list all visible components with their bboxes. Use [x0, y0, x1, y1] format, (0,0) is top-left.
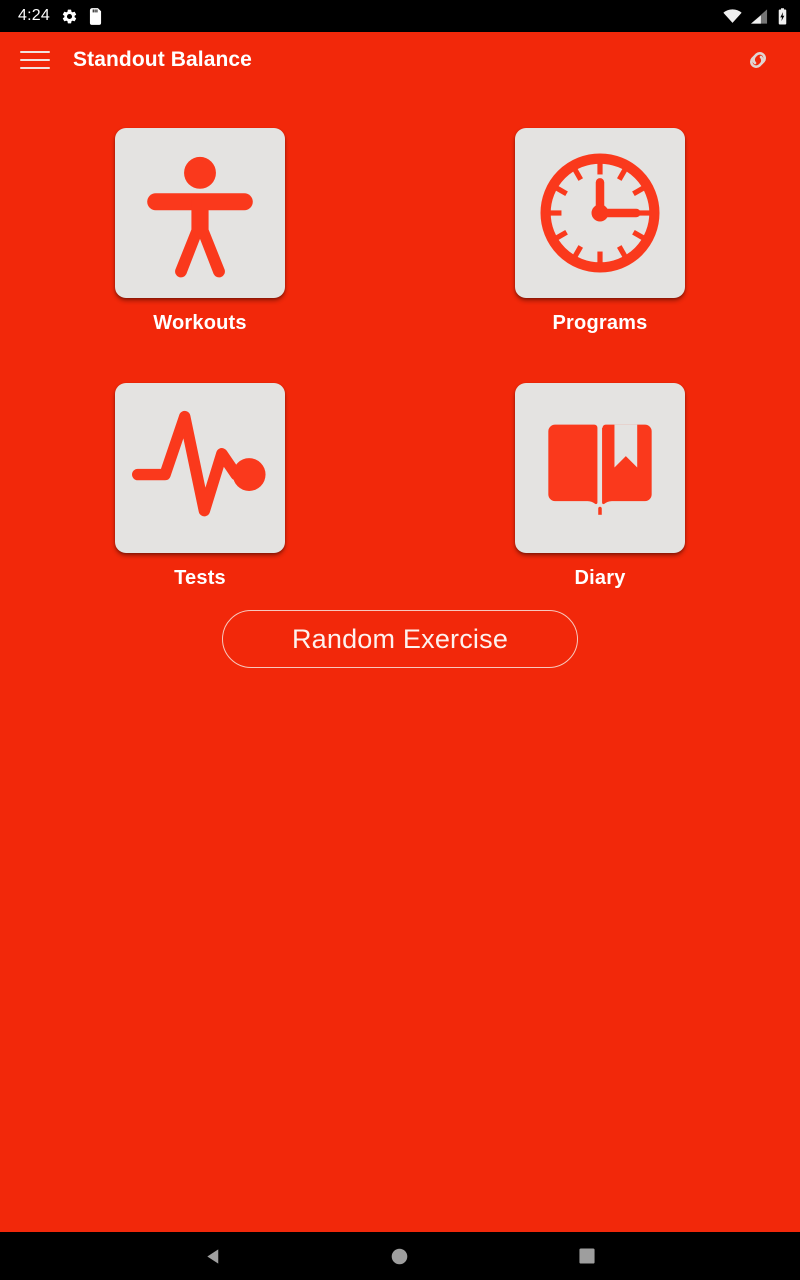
battery-charging-icon [777, 7, 788, 25]
tile-workouts[interactable]: Workouts [105, 128, 295, 335]
tile-grid: Workouts Programs Tests Diary [0, 128, 800, 590]
home-circle-icon [392, 1248, 408, 1264]
tile-card [115, 128, 285, 298]
tile-card [515, 383, 685, 553]
tile-diary[interactable]: Diary [505, 383, 695, 590]
tile-card [115, 383, 285, 553]
random-exercise-button[interactable]: Random Exercise [222, 610, 578, 668]
status-bar-left: 4:24 [18, 8, 102, 25]
back-triangle-icon [207, 1248, 219, 1264]
nav-home-button[interactable] [372, 1232, 428, 1280]
app-title: Standout Balance [73, 48, 252, 71]
wifi-icon [723, 8, 742, 24]
nav-back-button[interactable] [185, 1232, 241, 1280]
app-bar-actions [736, 38, 780, 82]
gear-icon [61, 8, 78, 25]
tile-label: Diary [574, 567, 626, 589]
recents-square-icon [579, 1248, 595, 1264]
tile-card [515, 128, 685, 298]
clock-icon [540, 153, 660, 273]
tile-tests[interactable]: Tests [105, 383, 295, 590]
open-book-bookmark-icon [548, 424, 652, 516]
random-exercise-wrap: Random Exercise [0, 610, 800, 668]
cell-signal-icon [751, 8, 768, 24]
link-icon[interactable] [736, 38, 780, 82]
status-bar-right [723, 7, 788, 25]
tile-label: Tests [174, 567, 226, 589]
sd-card-icon [89, 7, 102, 25]
nav-recents-button[interactable] [559, 1232, 615, 1280]
system-navigation-bar [0, 1232, 800, 1280]
hamburger-menu-icon[interactable] [12, 37, 58, 83]
tile-label: Workouts [153, 312, 247, 334]
app-screen: 4:24 Standout Balance Workouts Programs … [0, 0, 800, 1280]
hamburger-line [20, 59, 50, 61]
tile-label: Programs [552, 312, 648, 334]
accessibility-person-icon [147, 156, 253, 278]
status-bar-clock: 4:24 [18, 7, 50, 24]
hamburger-line [20, 51, 50, 53]
status-bar: 4:24 [0, 0, 800, 32]
tile-programs[interactable]: Programs [505, 128, 695, 335]
main-content: Workouts Programs Tests Diary Random Exe… [0, 88, 800, 1232]
app-bar: Standout Balance [0, 32, 800, 88]
hamburger-line [20, 67, 50, 69]
pulse-waveform-icon [132, 410, 266, 517]
